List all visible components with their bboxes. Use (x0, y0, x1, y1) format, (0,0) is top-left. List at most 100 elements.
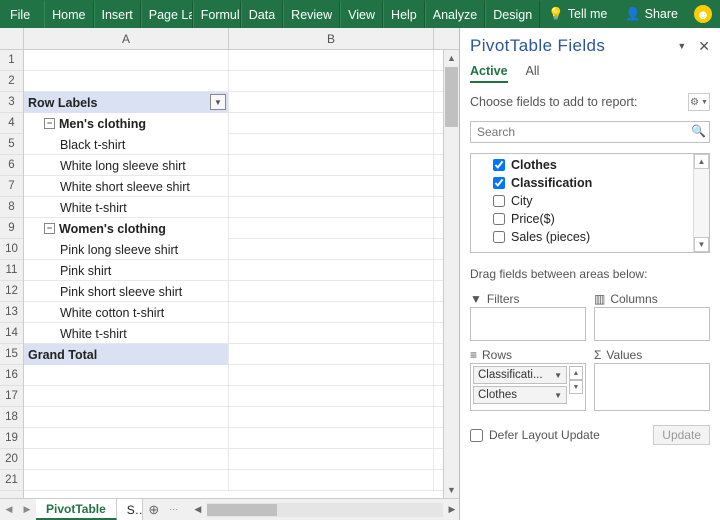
cell[interactable] (229, 470, 434, 491)
row-header[interactable]: 6 (0, 155, 23, 176)
field-checkbox[interactable] (493, 231, 505, 243)
defer-checkbox-input[interactable] (470, 429, 483, 442)
ribbon-tab-file[interactable]: File (0, 0, 44, 28)
field-checkbox[interactable] (493, 177, 505, 189)
cell[interactable] (24, 71, 229, 92)
ribbon-tab-view[interactable]: View (340, 0, 383, 28)
scroll-up-icon[interactable]: ▲ (444, 50, 459, 66)
row-header[interactable]: 19 (0, 428, 23, 449)
ribbon-tab-pagelayout[interactable]: Page La (141, 0, 193, 28)
fieldlist-scroll-down[interactable]: ▼ (694, 237, 709, 252)
fields-tab-active[interactable]: Active (470, 64, 508, 83)
vertical-scrollbar[interactable]: ▲ ▼ (443, 50, 459, 498)
chevron-down-icon[interactable]: ▼ (554, 391, 562, 400)
row-header[interactable]: 12 (0, 281, 23, 302)
add-sheet-button[interactable]: ⊕ (143, 499, 165, 520)
cells[interactable]: Row Labels▼−Men's clothingBlack t-shirtW… (24, 50, 459, 498)
rows-scroll-up[interactable]: ▲ (569, 366, 583, 380)
row-header[interactable]: 21 (0, 470, 23, 491)
ribbon-tab-data[interactable]: Data (241, 0, 283, 28)
cell[interactable]: −Women's clothing (24, 218, 229, 239)
tellme[interactable]: 💡 Tell me (540, 0, 615, 28)
row-header[interactable]: 3 (0, 92, 23, 113)
rows-area-item[interactable]: Clothes▼ (473, 386, 567, 404)
fieldlist-scrollbar[interactable]: ▲ ▼ (693, 154, 709, 252)
cell[interactable] (229, 428, 434, 449)
row-header[interactable]: 4 (0, 113, 23, 134)
row-header[interactable]: 16 (0, 365, 23, 386)
feedback-button[interactable]: ☻ (686, 0, 720, 28)
column-header-b[interactable]: B (229, 28, 434, 49)
fields-tab-all[interactable]: All (526, 64, 540, 83)
row-header[interactable]: 17 (0, 386, 23, 407)
cell[interactable] (229, 197, 434, 218)
pivot-filter-button[interactable]: ▼ (210, 94, 226, 110)
cell[interactable]: White t-shirt (24, 197, 229, 218)
cell[interactable] (24, 470, 229, 491)
cell[interactable]: Grand Total (24, 344, 229, 365)
ribbon-tab-review[interactable]: Review (283, 0, 340, 28)
column-header-a[interactable]: A (24, 28, 229, 49)
hsb-right-icon[interactable]: ▶ (445, 503, 459, 517)
cell[interactable]: Pink long sleeve shirt (24, 239, 229, 260)
row-header[interactable]: 2 (0, 71, 23, 92)
collapse-icon[interactable]: − (44, 223, 55, 234)
row-header[interactable]: 15 (0, 344, 23, 365)
cell[interactable] (229, 449, 434, 470)
cell[interactable] (229, 113, 434, 134)
search-icon[interactable]: 🔍 (691, 124, 706, 138)
rows-area-scrollbar[interactable]: ▲ ▼ (569, 366, 583, 404)
filters-area[interactable] (470, 307, 586, 341)
field-item[interactable]: Price($) (493, 210, 693, 228)
rows-scroll-down[interactable]: ▼ (569, 380, 583, 394)
cell[interactable] (229, 239, 434, 260)
row-header[interactable]: 20 (0, 449, 23, 470)
columns-area[interactable] (594, 307, 710, 341)
row-header[interactable]: 1 (0, 50, 23, 71)
share-button[interactable]: 👤 Share (617, 0, 686, 28)
sheet-list-button[interactable]: ⋯ (165, 499, 183, 520)
chevron-down-icon[interactable]: ▼ (554, 371, 562, 380)
cell[interactable]: White long sleeve shirt (24, 155, 229, 176)
field-checkbox[interactable] (493, 213, 505, 225)
cell[interactable] (24, 386, 229, 407)
fields-layout-button[interactable]: ⚙ ▼ (688, 93, 710, 111)
field-item[interactable]: City (493, 192, 693, 210)
cell[interactable]: Row Labels▼ (24, 92, 229, 113)
cell[interactable]: −Men's clothing (24, 113, 229, 134)
cell[interactable]: White short sleeve shirt (24, 176, 229, 197)
cell[interactable] (229, 71, 434, 92)
sheet-tab-other[interactable]: S… (117, 499, 143, 520)
cell[interactable] (229, 344, 434, 365)
defer-update-checkbox[interactable]: Defer Layout Update (470, 428, 600, 442)
cell[interactable] (229, 302, 434, 323)
cell[interactable] (229, 134, 434, 155)
cell[interactable] (229, 365, 434, 386)
row-header[interactable]: 11 (0, 260, 23, 281)
cell[interactable] (229, 281, 434, 302)
ribbon-tab-analyze[interactable]: Analyze (425, 0, 485, 28)
ribbon-tab-home[interactable]: Home (44, 0, 93, 28)
horizontal-scrollbar[interactable]: ◀ ▶ (183, 499, 459, 520)
cell[interactable] (229, 407, 434, 428)
update-button[interactable]: Update (653, 425, 710, 445)
scroll-down-icon[interactable]: ▼ (444, 482, 459, 498)
row-header[interactable]: 14 (0, 323, 23, 344)
row-header[interactable]: 8 (0, 197, 23, 218)
row-header[interactable]: 18 (0, 407, 23, 428)
sheet-tab-pivottable[interactable]: PivotTable (36, 499, 117, 520)
row-header[interactable]: 7 (0, 176, 23, 197)
sheet-nav-prev[interactable]: ◀ (0, 499, 18, 520)
cell[interactable] (24, 428, 229, 449)
cell[interactable]: Black t-shirt (24, 134, 229, 155)
cell[interactable] (24, 50, 229, 71)
row-header[interactable]: 5 (0, 134, 23, 155)
cell[interactable] (229, 92, 434, 113)
cell[interactable] (229, 386, 434, 407)
cell[interactable] (24, 407, 229, 428)
fieldlist-scroll-up[interactable]: ▲ (694, 154, 709, 169)
cell[interactable]: Pink short sleeve shirt (24, 281, 229, 302)
field-item[interactable]: Classification (493, 174, 693, 192)
field-item[interactable]: Sales (pieces) (493, 228, 693, 246)
fields-pane-menu-icon[interactable]: ▼ (677, 41, 686, 51)
